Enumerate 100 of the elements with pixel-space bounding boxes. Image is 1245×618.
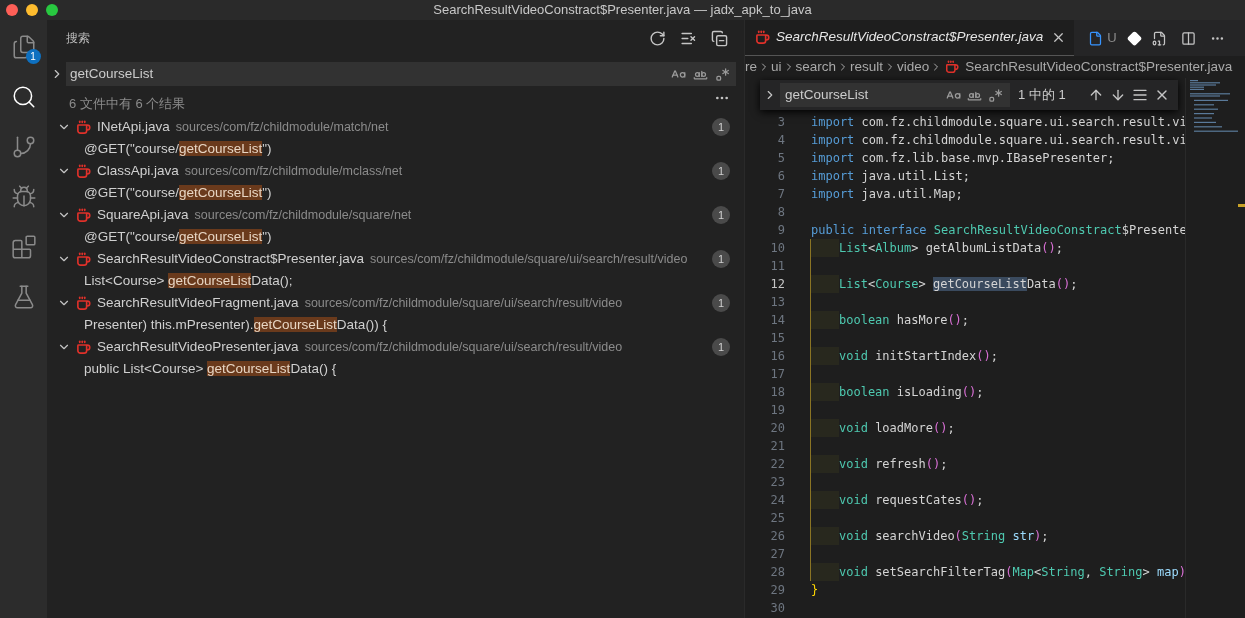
- notification-badge: 1: [25, 49, 41, 64]
- line-number: 22: [769, 456, 785, 473]
- code-line: List<Course> getCourseListData();: [839, 276, 1078, 293]
- match-count-badge: 1: [712, 294, 730, 312]
- indent-guide: [811, 275, 839, 293]
- minimize-button[interactable]: [26, 4, 38, 16]
- result-file-row[interactable]: SearchResultVideoPresenter.java sources/com/fz/childmodule/square/ui/search/result/video 1: [47, 336, 744, 358]
- match-line[interactable]: Presenter) this.mPresenter).getCourseListData()) {: [84, 314, 388, 336]
- java-file-icon: [76, 119, 91, 135]
- match-line[interactable]: @GET("course/getCourseList"): [84, 182, 272, 204]
- code-line: import com.fz.childmodule.square.ui.search.result.vi: [811, 114, 1185, 131]
- line-number: 28: [769, 564, 785, 581]
- indent-guide: [811, 527, 839, 545]
- line-number: 23: [769, 474, 785, 491]
- result-file-row[interactable]: SearchResultVideoConstract$Presenter.java sources/com/fz/childmodule/square/ui/search/result/video 1: [47, 248, 744, 270]
- breadcrumb-item[interactable]: re: [745, 56, 757, 78]
- line-number: 20: [769, 420, 785, 437]
- code-line: void searchVideo(String str);: [839, 528, 1049, 545]
- file-name: SearchResultVideoPresenter.java: [97, 337, 299, 356]
- collapse-all-icon[interactable]: [711, 29, 728, 47]
- indent-guide: [811, 419, 839, 437]
- line-number: 30: [769, 600, 785, 617]
- line-number: 12: [769, 276, 785, 293]
- code-line: boolean hasMore();: [839, 312, 970, 329]
- file-name: INetApi.java: [97, 117, 170, 136]
- java-file-icon: [945, 60, 960, 74]
- code-line: import com.fz.childmodule.square.ui.search.result.vi: [811, 132, 1185, 149]
- tab-title: SearchResultVideoConstract$Presenter.java: [776, 28, 1044, 47]
- code-line: }: [811, 582, 819, 599]
- indent-guide: [811, 239, 839, 257]
- line-number: 7: [776, 186, 785, 203]
- line-number: 24: [769, 492, 785, 509]
- line-number: 21: [769, 438, 785, 455]
- line-number: 18: [769, 384, 785, 401]
- result-file-row[interactable]: SearchResultVideoFragment.java sources/com/fz/childmodule/square/ui/search/result/video 1: [47, 292, 744, 314]
- binary-file-icon[interactable]: [1151, 30, 1167, 46]
- match-line[interactable]: @GET("course/getCourseList"): [84, 226, 272, 248]
- code-line: void setSearchFilterTag(Map<String, String> map): [839, 564, 1185, 581]
- code-line: import com.fz.lib.base.mvp.IBasePresenter;: [811, 150, 1115, 167]
- match-line[interactable]: public List<Course> getCourseListData() {: [84, 358, 337, 380]
- split-editor-icon[interactable]: [1180, 30, 1196, 46]
- result-file-row[interactable]: INetApi.java sources/com/fz/childmodule/match/net 1: [47, 116, 744, 138]
- file-name: SearchResultVideoFragment.java: [97, 293, 299, 312]
- java-file-icon: [76, 251, 91, 267]
- find-match-marker: [1238, 204, 1245, 207]
- result-file-row[interactable]: SquareApi.java sources/com/fz/childmodule/square/net 1: [47, 204, 744, 226]
- java-file-icon: [755, 30, 770, 45]
- breadcrumb-item[interactable]: search: [795, 56, 837, 78]
- line-number: 26: [769, 528, 785, 545]
- file-path: sources/com/fz/childmodule/square/net: [194, 206, 412, 224]
- result-file-row[interactable]: ClassApi.java sources/com/fz/childmodule/mclass/net 1: [47, 160, 744, 182]
- find-field[interactable]: getCourseList: [780, 83, 1010, 107]
- file-name: SquareApi.java: [97, 205, 189, 224]
- arrow-up-icon[interactable]: [1088, 87, 1104, 103]
- match-line[interactable]: List<Course> getCourseListData();: [84, 270, 293, 292]
- code-line: import java.util.List;: [811, 168, 970, 185]
- line-number: 9: [776, 222, 785, 239]
- match-count-badge: 1: [712, 250, 730, 268]
- line-number: 17: [769, 366, 785, 383]
- breadcrumb-item[interactable]: result: [850, 56, 884, 78]
- code-line: List<Album> getAlbumListData();: [839, 240, 1063, 257]
- file-path: sources/com/fz/childmodule/match/net: [175, 118, 389, 136]
- file-path: sources/com/fz/childmodule/square/ui/search/result/video: [304, 338, 623, 356]
- refresh-icon[interactable]: [649, 29, 666, 47]
- close-button[interactable]: [6, 4, 18, 16]
- code-line: void refresh();: [839, 456, 948, 473]
- line-number: 6: [776, 168, 785, 185]
- file-path: sources/com/fz/childmodule/square/ui/search/result/video: [369, 250, 688, 268]
- arrow-down-icon[interactable]: [1110, 87, 1126, 103]
- breadcrumb-item[interactable]: video: [897, 56, 930, 78]
- maximize-button[interactable]: [46, 4, 58, 16]
- indent-guide: [811, 455, 839, 473]
- file-path: sources/com/fz/childmodule/mclass/net: [184, 162, 403, 180]
- sidebar-title: 搜索: [66, 30, 90, 47]
- line-number: 15: [769, 330, 785, 347]
- code-line: void requestCates();: [839, 492, 984, 509]
- line-number: 14: [769, 312, 785, 329]
- line-number: 16: [769, 348, 785, 365]
- match-counter: 1 中的 1: [1018, 86, 1066, 105]
- line-number: 25: [769, 510, 785, 527]
- match-count-badge: 1: [712, 118, 730, 136]
- diamond-icon[interactable]: [1126, 30, 1142, 46]
- indent-guide: [811, 491, 839, 509]
- java-file-icon: [76, 295, 91, 311]
- match-line[interactable]: @GET("course/getCourseList"): [84, 138, 272, 160]
- file-icon[interactable]: [1088, 30, 1104, 46]
- indent-guide: [811, 383, 839, 401]
- code-line: boolean isLoading();: [839, 384, 984, 401]
- code-line: void loadMore();: [839, 420, 955, 437]
- line-number: 4: [776, 132, 785, 149]
- breadcrumb-item[interactable]: SearchResultVideoConstract$Presenter.java: [965, 56, 1233, 78]
- match-count-badge: 1: [712, 206, 730, 224]
- line-number: 10: [769, 240, 785, 257]
- breadcrumb-item[interactable]: ui: [771, 56, 782, 78]
- line-number: 27: [769, 546, 785, 563]
- editor-tab[interactable]: SearchResultVideoConstract$Presenter.java: [745, 20, 1075, 56]
- java-file-icon: [76, 163, 91, 179]
- line-number: 3: [776, 114, 785, 131]
- search-field[interactable]: getCourseList: [66, 62, 736, 86]
- find-in-selection-icon[interactable]: [1132, 87, 1148, 103]
